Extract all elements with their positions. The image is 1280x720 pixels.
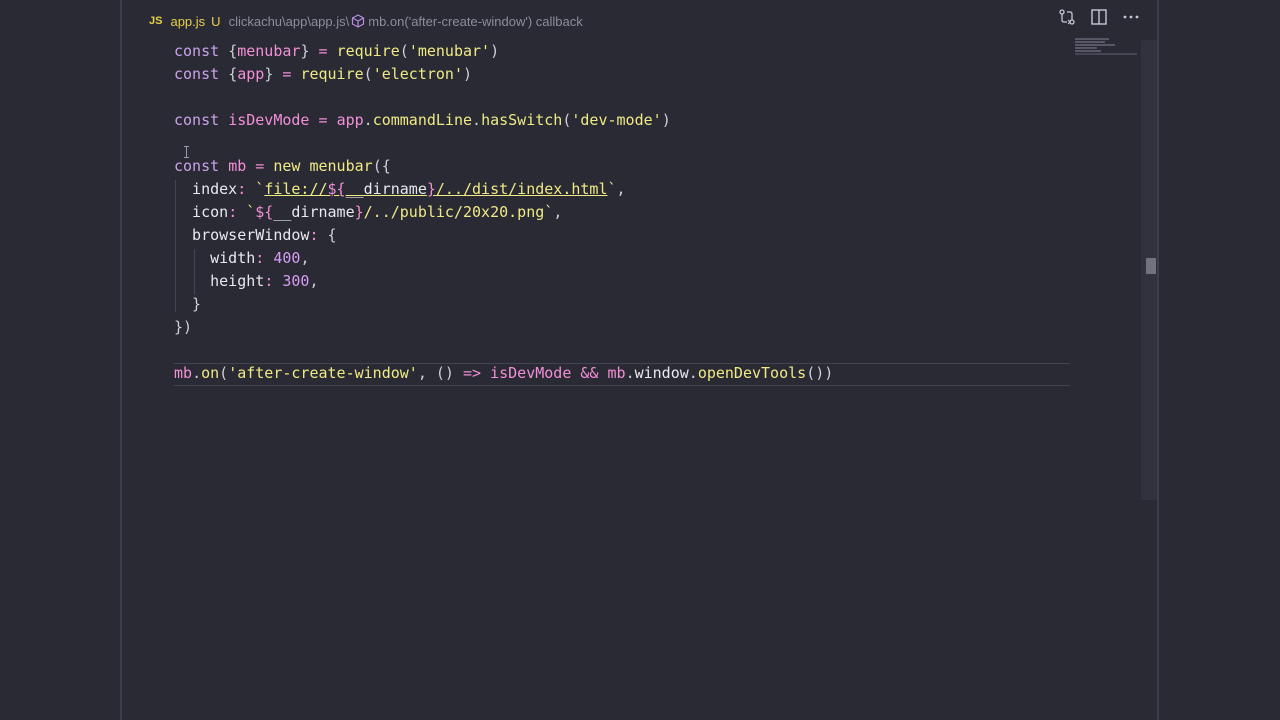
code-line-11[interactable]: height: 300, xyxy=(174,270,833,293)
code-line-3[interactable] xyxy=(174,86,833,109)
minimap[interactable] xyxy=(1075,38,1141,62)
code-line-5[interactable] xyxy=(174,132,833,155)
minimap-line xyxy=(1075,41,1105,43)
breadcrumb-path[interactable]: clickachu\app\app.js\ xyxy=(229,14,350,29)
code-line-15[interactable]: mb.on('after-create-window', () => isDev… xyxy=(174,362,833,385)
minimap-line xyxy=(1075,53,1137,55)
code-line-8[interactable]: icon: `${__dirname}/../public/20x20.png`… xyxy=(174,201,833,224)
minimap-line xyxy=(1075,50,1101,52)
code-line-7[interactable]: index: `file://${__dirname}/../dist/inde… xyxy=(174,178,833,201)
compare-changes-icon[interactable] xyxy=(1058,8,1076,26)
function-cube-icon xyxy=(351,14,365,28)
code-line-2[interactable]: const {app} = require('electron') xyxy=(174,63,833,86)
code-editor[interactable]: const {menubar} = require('menubar') con… xyxy=(174,40,833,385)
minimap-line xyxy=(1075,44,1115,46)
minimap-line xyxy=(1075,38,1109,40)
code-line-9[interactable]: browserWindow: { xyxy=(174,224,833,247)
breadcrumb-symbol[interactable]: mb.on('after-create-window') callback xyxy=(368,14,583,29)
breadcrumb-file[interactable]: app.js xyxy=(170,14,205,29)
editor-actions xyxy=(1058,8,1140,26)
code-line-12[interactable]: } xyxy=(174,293,833,316)
code-line-4[interactable]: const isDevMode = app.commandLine.hasSwi… xyxy=(174,109,833,132)
editor-window: JS app.js U clickachu\app\app.js\ mb.on(… xyxy=(0,0,1280,720)
split-editor-icon[interactable] xyxy=(1090,8,1108,26)
code-line-6[interactable]: const mb = new menubar({ xyxy=(174,155,833,178)
minimap-line xyxy=(1075,47,1097,49)
code-line-1[interactable]: const {menubar} = require('menubar') xyxy=(174,40,833,63)
scrollbar-thumb[interactable] xyxy=(1146,258,1156,274)
breadcrumb: JS app.js U clickachu\app\app.js\ mb.on(… xyxy=(149,10,583,32)
code-line-13[interactable]: }) xyxy=(174,316,833,339)
editor-left-border xyxy=(120,0,122,720)
code-line-14[interactable] xyxy=(174,339,833,362)
editor-right-border xyxy=(1157,0,1159,720)
more-actions-icon[interactable] xyxy=(1122,8,1140,26)
javascript-file-icon: JS xyxy=(149,15,163,27)
untracked-status-badge: U xyxy=(211,13,221,29)
code-line-10[interactable]: width: 400, xyxy=(174,247,833,270)
